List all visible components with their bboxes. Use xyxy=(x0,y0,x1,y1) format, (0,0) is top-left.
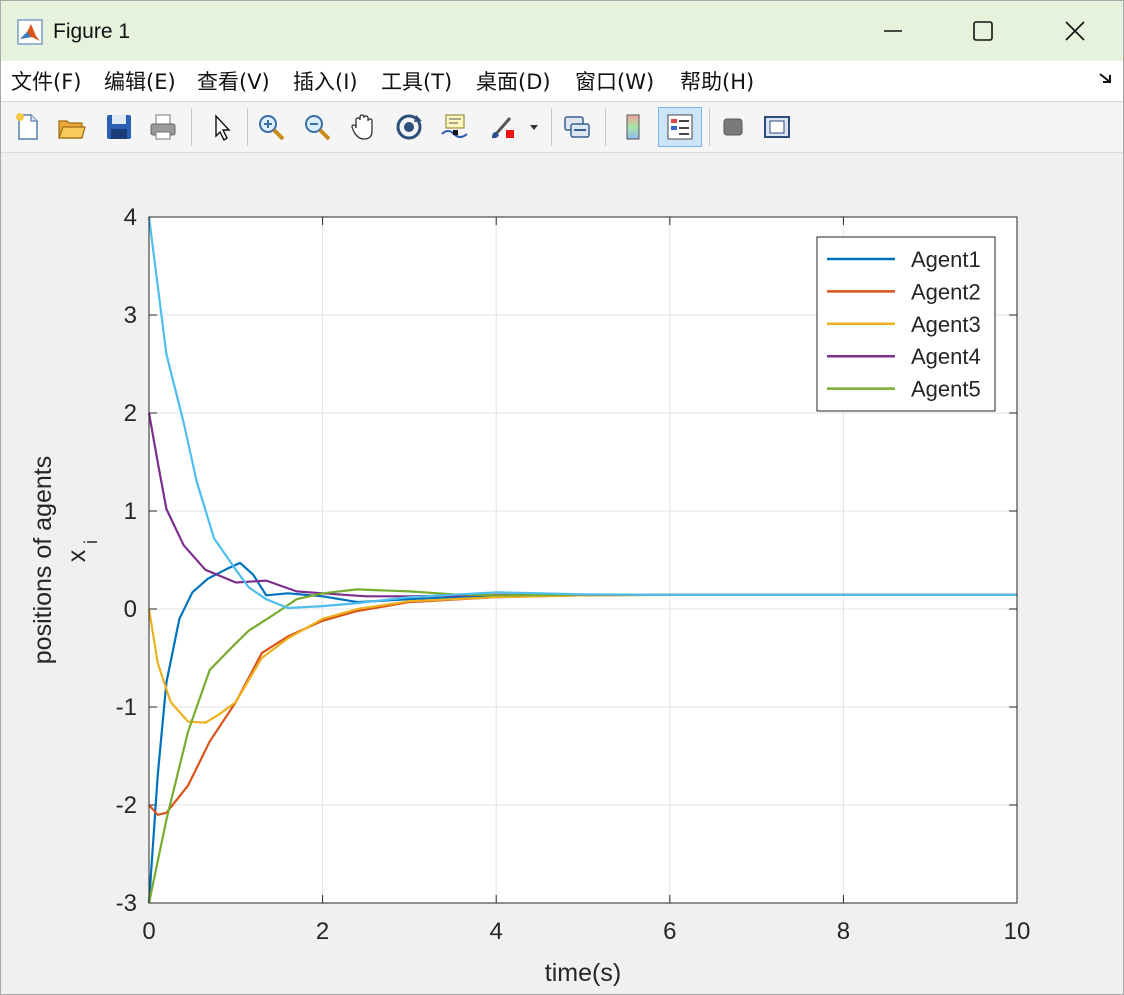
window-title: Figure 1 xyxy=(53,20,131,43)
zoom-out-button[interactable] xyxy=(299,109,335,145)
print-button[interactable] xyxy=(145,109,181,145)
figure-window: Figure 1 文件(F) 编辑(E) 查看(V) 插入(I) 工具(T) 桌… xyxy=(0,0,1124,995)
legend-entry-5: Agent5 xyxy=(911,377,981,402)
hide-plot-tools-button[interactable] xyxy=(715,109,751,145)
maximize-icon xyxy=(973,21,993,41)
legend-entry-3: Agent3 xyxy=(911,312,981,337)
x-tick-label: 10 xyxy=(1004,918,1031,945)
y-axis-label: positions of agents xyxy=(29,456,57,664)
colorbar-button[interactable] xyxy=(615,109,651,145)
zoom-in-button[interactable] xyxy=(253,109,289,145)
save-button[interactable] xyxy=(101,109,137,145)
pan-button[interactable] xyxy=(345,109,381,145)
minimize-button[interactable] xyxy=(847,1,939,61)
title-bar[interactable]: Figure 1 xyxy=(1,1,1123,61)
zoom-out-icon xyxy=(305,115,331,141)
x-tick-label: 0 xyxy=(142,918,155,945)
brush-dropdown-icon xyxy=(530,125,538,130)
legend-entry-1: Agent1 xyxy=(911,247,981,272)
y-tick-label: -3 xyxy=(116,890,137,917)
x-tick-label: 6 xyxy=(663,918,676,945)
menu-desktop[interactable]: 桌面(D) xyxy=(476,66,551,96)
maximize-button[interactable] xyxy=(937,1,1029,61)
brush-icon xyxy=(492,117,514,139)
plot-svg[interactable]: 0 2 4 6 8 10 -3 -2 -1 0 1 2 3 4 time(s) positions of ag… xyxy=(1,153,1123,994)
menu-tools[interactable]: 工具(T) xyxy=(381,66,452,96)
rotate-3d-button[interactable] xyxy=(391,109,427,145)
menu-insert[interactable]: 插入(I) xyxy=(293,66,358,96)
minimize-icon xyxy=(884,30,902,32)
y-tick-label: 1 xyxy=(124,498,137,525)
new-figure-button[interactable] xyxy=(9,109,45,145)
zoom-in-icon xyxy=(259,115,285,141)
y-tick-label: 4 xyxy=(124,204,137,231)
toolbar-separator xyxy=(247,108,248,146)
brush-button[interactable] xyxy=(485,109,521,145)
x-axis-label: time(s) xyxy=(545,959,621,987)
data-cursor-button[interactable] xyxy=(437,109,473,145)
close-button[interactable] xyxy=(1029,1,1121,61)
brush-dropdown[interactable] xyxy=(525,109,543,145)
matlab-logo-icon xyxy=(17,19,43,45)
x-tick-label: 4 xyxy=(490,918,503,945)
close-icon xyxy=(1065,21,1085,41)
x-tick-label: 8 xyxy=(837,918,850,945)
menu-view[interactable]: 查看(V) xyxy=(197,66,270,96)
y-axis-label-variable: x xyxy=(63,549,91,562)
rotate-3d-icon xyxy=(396,114,422,140)
legend-button[interactable] xyxy=(658,107,702,147)
y-tick-label: -1 xyxy=(116,694,137,721)
legend-entry-4: Agent4 xyxy=(911,344,981,369)
y-tick-label: 2 xyxy=(124,400,137,427)
figure-canvas: 0 2 4 6 8 10 -3 -2 -1 0 1 2 3 4 time(s) positions of ag… xyxy=(1,153,1123,994)
open-file-button[interactable] xyxy=(53,109,89,145)
pan-hand-icon xyxy=(351,114,373,140)
show-plot-tools-icon xyxy=(764,116,790,138)
y-tick-label: 0 xyxy=(124,596,137,623)
menu-bar: 文件(F) 编辑(E) 查看(V) 插入(I) 工具(T) 桌面(D) 窗口(W… xyxy=(1,61,1123,102)
save-icon xyxy=(107,115,131,139)
menu-edit[interactable]: 编辑(E) xyxy=(104,66,176,96)
toolbar-separator xyxy=(191,108,192,146)
link-plot-icon xyxy=(564,116,590,138)
dock-arrow-icon[interactable] xyxy=(1097,69,1115,87)
menu-file[interactable]: 文件(F) xyxy=(11,66,81,96)
print-icon xyxy=(150,114,176,140)
toolbar-separator xyxy=(709,108,710,146)
show-plot-tools-button[interactable] xyxy=(759,109,795,145)
link-plot-button[interactable] xyxy=(559,109,595,145)
menu-help[interactable]: 帮助(H) xyxy=(680,66,754,96)
x-tick-label: 2 xyxy=(316,918,329,945)
edit-plot-button[interactable] xyxy=(203,109,239,145)
y-tick-label: -2 xyxy=(116,792,137,819)
toolbar-separator xyxy=(551,108,552,146)
y-tick-label: 3 xyxy=(124,302,137,329)
colorbar-icon xyxy=(626,114,640,140)
new-figure-icon xyxy=(16,113,38,140)
toolbar-separator xyxy=(605,108,606,146)
figure-toolbar xyxy=(1,102,1123,153)
y-axis-label-subscript: i xyxy=(81,540,101,544)
menu-window[interactable]: 窗口(W) xyxy=(575,66,654,96)
hide-plot-tools-icon xyxy=(723,118,743,136)
data-cursor-icon xyxy=(441,114,468,138)
legend-entry-2: Agent2 xyxy=(911,279,981,304)
legend-icon xyxy=(667,114,693,140)
edit-plot-arrow-icon xyxy=(215,114,231,142)
open-file-icon xyxy=(58,120,86,139)
